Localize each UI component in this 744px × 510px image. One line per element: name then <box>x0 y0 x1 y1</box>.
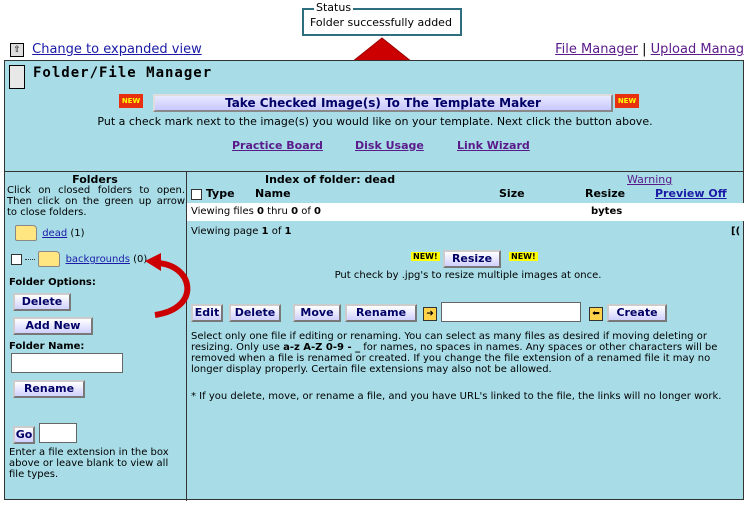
new-label-left: NEW! <box>411 252 440 261</box>
open-folder-icon <box>15 225 37 241</box>
new-badge-left: NEW <box>119 94 143 108</box>
folder-name-label: Folder Name: <box>9 341 85 352</box>
delete-file-button[interactable]: Delete <box>229 304 281 322</box>
status-message: Folder successfully added <box>310 16 452 29</box>
section-divider <box>5 171 744 172</box>
folder-delete-button[interactable]: Delete <box>13 293 71 311</box>
closed-folder-icon <box>38 251 61 267</box>
status-legend: Status <box>314 1 354 14</box>
new-badge-right: NEW <box>615 94 639 108</box>
top-nav: File Manager | Upload Manag <box>555 42 744 57</box>
edit-button[interactable]: Edit <box>191 304 223 322</box>
folder-link-backgrounds[interactable]: backgrounds <box>66 254 130 265</box>
expanded-view-row: ⇧ Change to expanded view <box>10 42 202 57</box>
column-resize: Resize <box>585 187 626 200</box>
new-label-right: NEW! <box>509 252 538 261</box>
bytes-label: bytes <box>591 206 623 217</box>
left-arrow-icon[interactable]: ⬅ <box>589 307 603 321</box>
viewing-page-text: Viewing page 1 of 1 <box>191 226 292 237</box>
folder-item-dead[interactable]: dead (1) <box>15 225 85 241</box>
viewing-files-text: Viewing files 0 thru 0 of 0 <box>191 206 322 217</box>
column-size: Size <box>499 187 525 200</box>
take-checked-images-button[interactable]: Take Checked Image(s) To The Template Ma… <box>153 94 613 112</box>
link-warning-text: * If you delete, move, or rename a file,… <box>191 391 722 402</box>
file-extension-input[interactable] <box>39 423 77 443</box>
folder-count-dead: (1) <box>70 228 85 239</box>
folder-checkbox[interactable] <box>11 253 22 265</box>
folder-file-manager-panel: Folder/File Manager NEW Take Checked Ima… <box>4 60 744 501</box>
folder-rename-button[interactable]: Rename <box>13 380 85 398</box>
column-type: Type <box>191 187 235 200</box>
go-button[interactable]: Go <box>13 426 35 444</box>
select-all-checkbox[interactable] <box>191 188 202 200</box>
rename-file-button[interactable]: Rename <box>345 304 417 322</box>
page-nav-marker[interactable]: [( <box>731 226 740 237</box>
file-manager-link[interactable]: File Manager <box>555 42 638 57</box>
index-title: Index of folder: dead <box>265 173 396 186</box>
folder-name-input[interactable] <box>11 353 123 373</box>
folders-help: Click on closed folders to open. Then cl… <box>7 185 185 218</box>
folder-options-label: Folder Options: <box>9 277 96 288</box>
resize-button[interactable]: Resize <box>443 250 501 268</box>
folder-add-new-button[interactable]: Add New <box>13 317 93 335</box>
file-help-text: Select only one file if editing or renam… <box>191 331 718 375</box>
extension-note: Enter a file extension in the box above … <box>9 447 169 480</box>
move-button[interactable]: Move <box>293 304 341 322</box>
folder-link-dead[interactable]: dead <box>42 228 67 239</box>
column-name: Name <box>255 187 291 200</box>
right-arrow-icon[interactable]: ➜ <box>423 307 437 321</box>
template-instructions: Put a check mark next to the image(s) yo… <box>97 115 653 128</box>
upload-manager-link[interactable]: Upload Manag <box>651 42 744 57</box>
folder-tree-icon <box>9 65 25 89</box>
resize-help: Put check by .jpg's to resize multiple i… <box>334 270 602 281</box>
page-title: Folder/File Manager <box>33 65 213 81</box>
nav-separator: | <box>642 42 647 57</box>
preview-off-link[interactable]: Preview Off <box>655 187 727 200</box>
practice-board-link[interactable]: Practice Board <box>232 139 323 152</box>
folder-item-backgrounds[interactable]: backgrounds (0) <box>11 251 147 267</box>
warning-link[interactable]: Warning <box>627 173 672 186</box>
change-to-expanded-view-link[interactable]: Change to expanded view <box>32 42 202 57</box>
new-name-input[interactable] <box>441 302 581 322</box>
disk-usage-link[interactable]: Disk Usage <box>355 139 424 152</box>
link-wizard-link[interactable]: Link Wizard <box>457 139 530 152</box>
create-button[interactable]: Create <box>607 304 667 322</box>
expand-icon: ⇧ <box>10 42 24 57</box>
status-box: Status Folder successfully added <box>302 1 462 36</box>
